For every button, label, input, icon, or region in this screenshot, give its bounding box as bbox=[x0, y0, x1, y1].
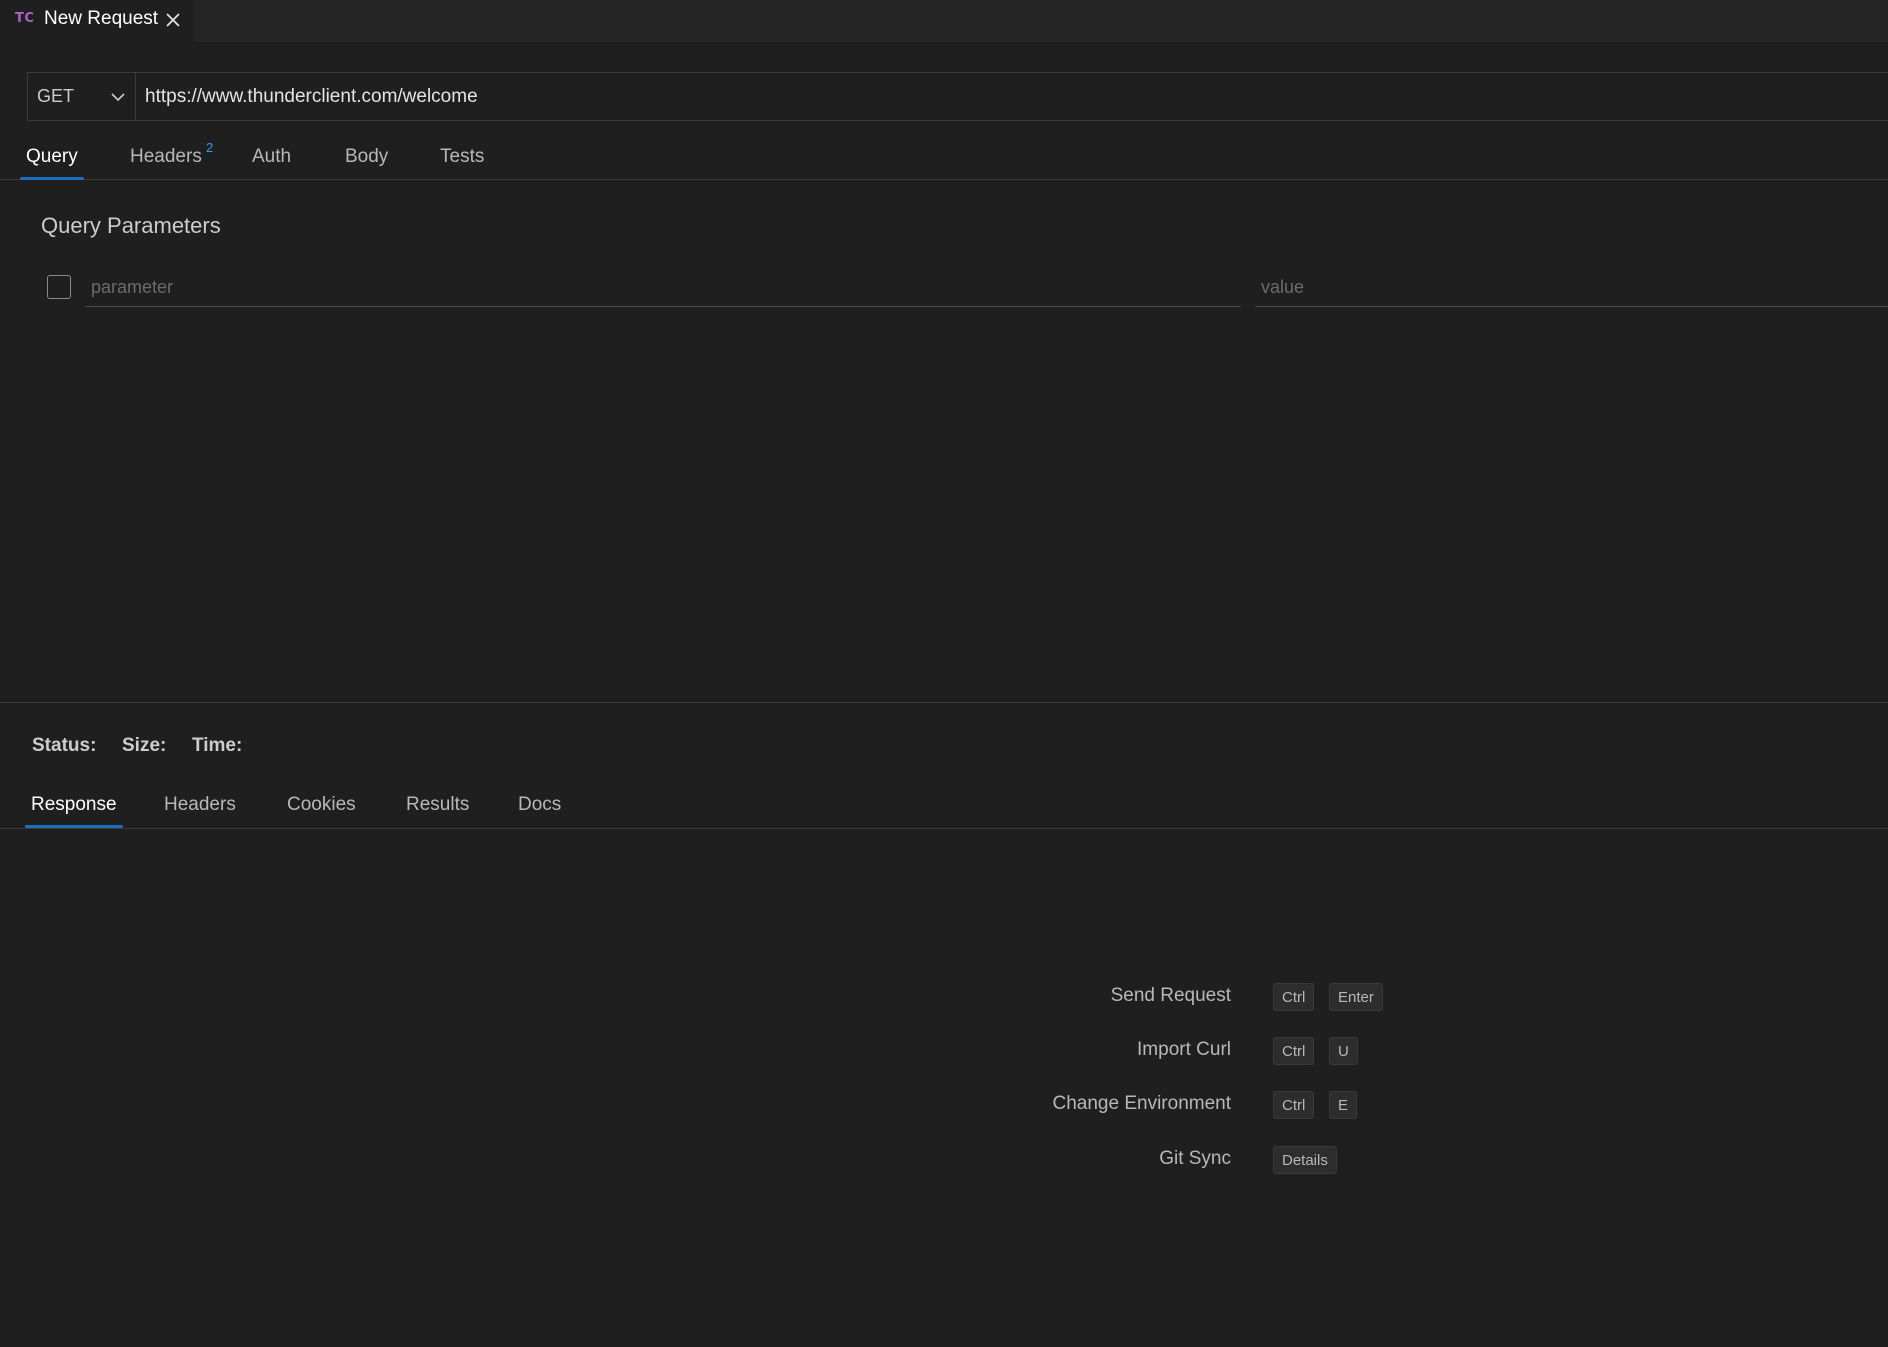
tab-auth-label: Auth bbox=[252, 146, 292, 167]
query-parameters-title: Query Parameters bbox=[41, 213, 221, 238]
tab-cookies-label: Cookies bbox=[287, 794, 356, 815]
shortcut-change-environment: Change Environment Ctrl E bbox=[0, 1091, 1888, 1123]
tab-auth[interactable]: Auth bbox=[252, 146, 291, 179]
tab-results[interactable]: Results bbox=[406, 794, 469, 827]
panel-splitter[interactable] bbox=[0, 702, 1888, 703]
method-select[interactable]: GET bbox=[28, 73, 136, 120]
tab-headers-label: Headers bbox=[130, 146, 202, 167]
method-label: GET bbox=[37, 86, 75, 106]
key-badge: E bbox=[1329, 1091, 1358, 1119]
thunder-client-logo-icon: TC bbox=[15, 11, 35, 26]
headers-count-badge: 2 bbox=[206, 140, 214, 155]
tab-docs-label: Docs bbox=[518, 794, 562, 815]
tab-response-headers[interactable]: Headers bbox=[164, 794, 236, 827]
parameter-input[interactable] bbox=[85, 268, 1241, 307]
key-badge: Ctrl bbox=[1273, 983, 1315, 1011]
editor-tab-title: New Request bbox=[44, 8, 159, 29]
tab-response-headers-label: Headers bbox=[164, 794, 236, 815]
size-label: Size: bbox=[122, 735, 167, 756]
status-label: Status: bbox=[32, 735, 97, 756]
query-param-row bbox=[0, 268, 1888, 308]
editor-tab-new-request[interactable]: TC New Request bbox=[0, 0, 193, 42]
key-badge: U bbox=[1329, 1037, 1358, 1065]
tab-query-label: Query bbox=[26, 146, 78, 167]
tab-tests[interactable]: Tests bbox=[440, 146, 484, 179]
url-bar: GET bbox=[27, 72, 1888, 121]
request-tabs: Query Headers 2 Auth Body Tests bbox=[0, 140, 1888, 180]
active-tab-indicator bbox=[20, 177, 84, 180]
shortcut-label: Send Request bbox=[1110, 985, 1231, 1006]
tab-cookies[interactable]: Cookies bbox=[287, 794, 356, 827]
param-enabled-checkbox[interactable] bbox=[47, 275, 71, 299]
chevron-down-icon bbox=[109, 88, 127, 106]
shortcut-label: Change Environment bbox=[1052, 1093, 1232, 1114]
url-input[interactable] bbox=[145, 73, 1845, 120]
tab-body[interactable]: Body bbox=[345, 146, 388, 179]
tab-body-label: Body bbox=[345, 146, 389, 167]
active-tab-indicator bbox=[25, 825, 123, 828]
tab-response[interactable]: Response bbox=[25, 794, 123, 828]
shortcut-label: Import Curl bbox=[1137, 1039, 1231, 1060]
editor-tab-bar: TC New Request bbox=[0, 0, 1888, 42]
details-link-button[interactable]: Details bbox=[1273, 1146, 1337, 1174]
value-input[interactable] bbox=[1255, 268, 1888, 307]
shortcut-import-curl: Import Curl Ctrl U bbox=[0, 1037, 1888, 1069]
tab-results-label: Results bbox=[406, 794, 470, 815]
close-icon[interactable] bbox=[163, 10, 183, 30]
tab-docs[interactable]: Docs bbox=[518, 794, 561, 827]
key-badge: Enter bbox=[1329, 983, 1383, 1011]
tab-response-label: Response bbox=[31, 794, 117, 815]
key-badge: Ctrl bbox=[1273, 1091, 1315, 1119]
shortcut-git-sync: Git Sync Details bbox=[0, 1146, 1888, 1178]
tab-query[interactable]: Query bbox=[20, 146, 84, 180]
response-tabs: Response Headers Cookies Results Docs bbox=[0, 788, 1888, 829]
time-label: Time: bbox=[192, 735, 243, 756]
shortcut-label: Git Sync bbox=[1159, 1148, 1231, 1169]
key-badge: Ctrl bbox=[1273, 1037, 1315, 1065]
tab-tests-label: Tests bbox=[440, 146, 485, 167]
tab-headers[interactable]: Headers 2 bbox=[130, 140, 213, 179]
shortcut-send-request: Send Request Ctrl Enter bbox=[0, 983, 1888, 1015]
